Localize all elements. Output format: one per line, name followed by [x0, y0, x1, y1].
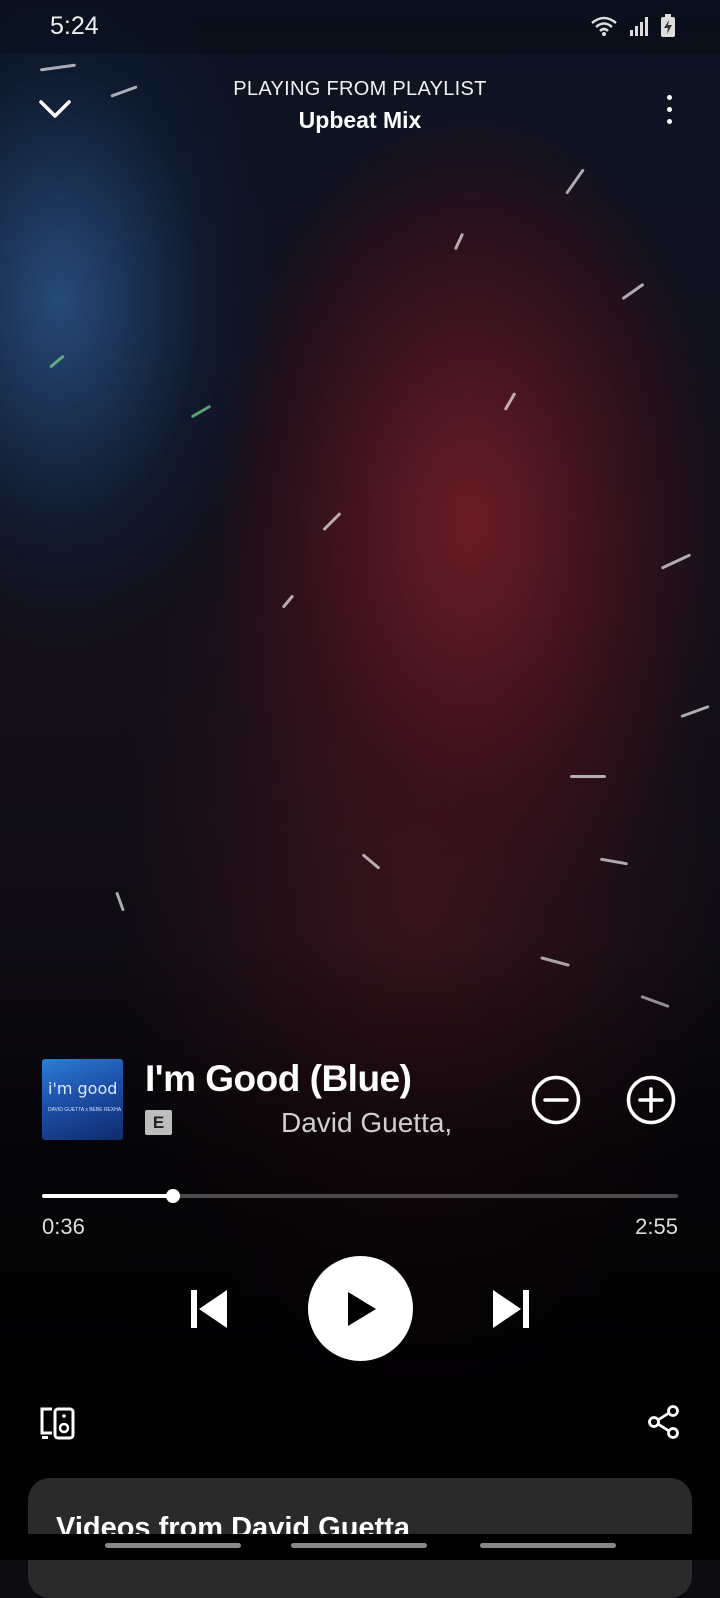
more-options-button[interactable]: [654, 84, 684, 134]
wifi-icon: [590, 15, 618, 42]
nav-home-handle[interactable]: [291, 1543, 427, 1548]
nav-recents-handle[interactable]: [105, 1543, 241, 1548]
explicit-badge: E: [145, 1110, 172, 1135]
remove-from-playlist-button[interactable]: [530, 1074, 582, 1126]
progress-bar[interactable]: [42, 1189, 678, 1203]
status-time: 5:24: [50, 12, 99, 40]
plus-circle-icon: [626, 1075, 676, 1125]
track-artist[interactable]: David Guetta,: [281, 1107, 471, 1139]
progress-handle[interactable]: [166, 1189, 181, 1203]
system-nav-bar: [0, 1534, 720, 1560]
skip-previous-icon: [191, 1290, 227, 1328]
nav-back-handle[interactable]: [480, 1543, 616, 1548]
share-button[interactable]: [646, 1404, 682, 1440]
album-art-title: i'm good: [48, 1079, 118, 1098]
status-bar: 5:24: [0, 0, 720, 54]
album-art-subtitle: DAVID GUETTA x BEBE REXHA: [48, 1107, 122, 1113]
more-vertical-icon: [666, 94, 672, 100]
play-icon: [347, 1291, 376, 1326]
connect-device-button[interactable]: [38, 1403, 78, 1443]
devices-icon: [40, 1407, 75, 1440]
minus-circle-icon: [531, 1075, 581, 1125]
previous-button[interactable]: [186, 1286, 232, 1332]
play-button[interactable]: [308, 1256, 413, 1361]
album-art[interactable]: i'm good DAVID GUETTA x BEBE REXHA: [42, 1059, 123, 1140]
total-time: 2:55: [635, 1214, 678, 1239]
playback-controls: [0, 1256, 720, 1364]
battery-charging-icon: [660, 14, 676, 43]
track-info: i'm good DAVID GUETTA x BEBE REXHA I'm G…: [42, 1058, 682, 1142]
track-title[interactable]: I'm Good (Blue): [145, 1058, 412, 1100]
progress-fill: [42, 1194, 174, 1198]
next-button[interactable]: [488, 1286, 534, 1332]
skip-next-icon: [493, 1290, 529, 1328]
add-to-playlist-button[interactable]: [625, 1074, 677, 1126]
share-icon: [648, 1405, 679, 1439]
player-header: PLAYING FROM PLAYLIST Upbeat Mix: [0, 54, 720, 164]
signal-icon: [628, 15, 650, 42]
playlist-name[interactable]: Upbeat Mix: [0, 107, 720, 134]
playing-from-label: PLAYING FROM PLAYLIST: [233, 78, 487, 100]
elapsed-time: 0:36: [42, 1214, 85, 1239]
